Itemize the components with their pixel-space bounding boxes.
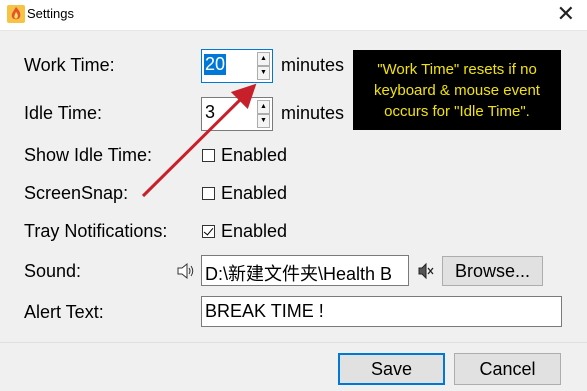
work-time-spinner[interactable]: 20 ▲ ▼ bbox=[201, 49, 273, 83]
idle-time-spinner[interactable]: 3 ▲ ▼ bbox=[201, 97, 273, 131]
alert-text-field[interactable]: BREAK TIME ! bbox=[201, 296, 562, 327]
checkbox-box[interactable] bbox=[202, 187, 215, 200]
tooltip-line-1: "Work Time" resets if no bbox=[377, 61, 537, 78]
speaker-icon[interactable] bbox=[176, 262, 196, 280]
checkbox-label[interactable]: Enabled bbox=[221, 221, 287, 242]
close-icon[interactable]: ✕ bbox=[557, 2, 575, 26]
speaker-mute-icon[interactable] bbox=[417, 262, 435, 280]
screensnap-checkbox[interactable]: Enabled bbox=[202, 183, 287, 204]
checkbox-box[interactable] bbox=[202, 149, 215, 162]
checkbox-label[interactable]: Enabled bbox=[221, 183, 287, 204]
idle-time-label: Idle Time: bbox=[24, 103, 103, 123]
window-title: Settings bbox=[27, 6, 74, 21]
flame-app-icon bbox=[7, 5, 25, 23]
cancel-button[interactable]: Cancel bbox=[454, 353, 561, 385]
checkbox-box[interactable] bbox=[202, 225, 215, 238]
work-time-value[interactable]: 20 bbox=[204, 54, 227, 75]
tray-notifications-checkbox[interactable]: Enabled bbox=[202, 221, 287, 242]
tooltip-line-2: keyboard & mouse event bbox=[374, 82, 540, 99]
sound-label: Sound: bbox=[24, 261, 82, 281]
show-idle-time-checkbox[interactable]: Enabled bbox=[202, 145, 287, 166]
alert-text-label: Alert Text: bbox=[24, 302, 104, 322]
save-button[interactable]: Save bbox=[338, 353, 445, 385]
tooltip-line-3: occurs for "Idle Time". bbox=[384, 103, 530, 120]
checkbox-label[interactable]: Enabled bbox=[221, 145, 287, 166]
info-tooltip: "Work Time" resets if no keyboard & mous… bbox=[353, 50, 561, 130]
show-idle-time-label: Show Idle Time: bbox=[24, 145, 153, 165]
spin-up-icon[interactable]: ▲ bbox=[257, 100, 270, 114]
screensnap-label: ScreenSnap: bbox=[24, 183, 129, 203]
idle-time-value[interactable]: 3 bbox=[204, 102, 216, 123]
spin-down-icon[interactable]: ▼ bbox=[257, 66, 270, 80]
title-bar: Settings ✕ bbox=[0, 0, 587, 30]
work-time-unit: minutes bbox=[281, 55, 345, 75]
work-time-label: Work Time: bbox=[24, 55, 115, 75]
browse-button[interactable]: Browse... bbox=[442, 256, 543, 286]
sound-path-field[interactable]: D:\新建文件夹\Health B bbox=[201, 255, 409, 286]
spin-up-icon[interactable]: ▲ bbox=[257, 52, 270, 66]
spin-down-icon[interactable]: ▼ bbox=[257, 114, 270, 128]
tray-notifications-label: Tray Notifications: bbox=[24, 221, 168, 241]
idle-time-unit: minutes bbox=[281, 103, 345, 123]
